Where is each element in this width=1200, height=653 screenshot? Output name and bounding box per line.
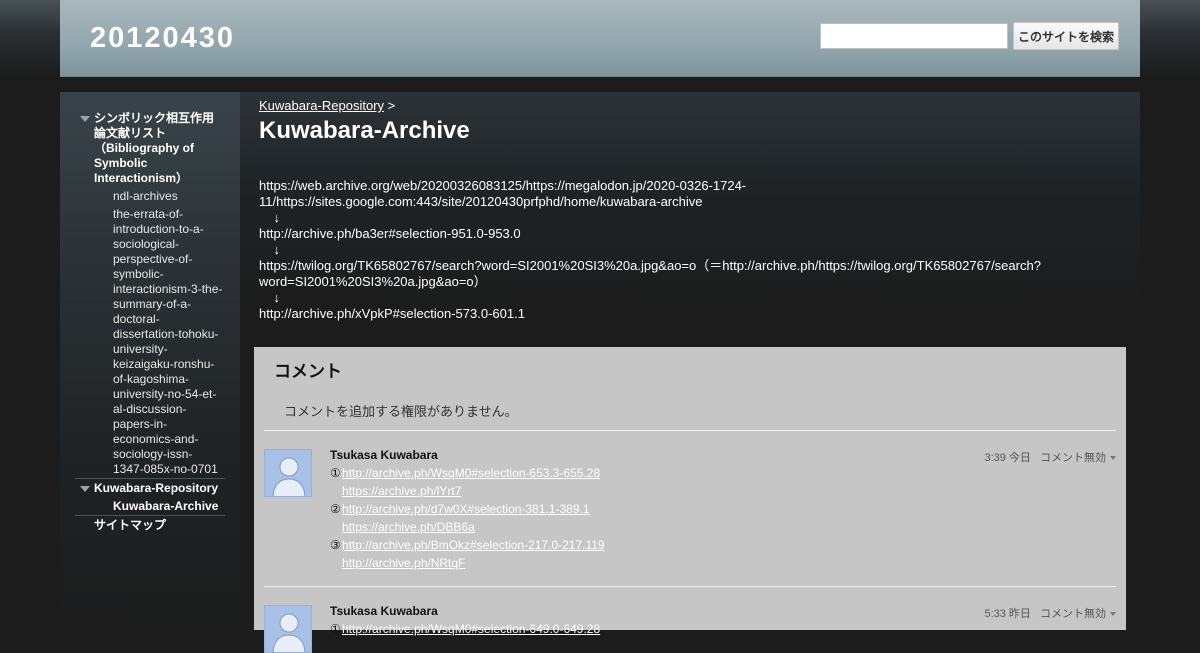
main-content: Kuwabara-Repository > Kuwabara-Archive h… [240, 92, 1140, 653]
body-line: 11/https://sites.google.com:443/site/201… [259, 194, 703, 209]
comment-author: Tsukasa Kuwabara [330, 604, 438, 618]
comment-meta: 5:33 昨日 コメント無効 [978, 605, 1116, 621]
avatar [264, 605, 312, 653]
sidebar-item-ndl-archives[interactable]: ndl-archives [113, 189, 178, 204]
avatar [264, 449, 312, 497]
search-input[interactable] [820, 23, 1008, 49]
comment-divider [264, 430, 1116, 431]
comment-link[interactable]: https://archive.ph/DBB6a [342, 520, 475, 534]
sidebar-item-errata[interactable]: the-errata-of- introduction-to-a- sociol… [113, 207, 238, 477]
comment-link[interactable]: http://archive.ph/BmOkz#selection-217.0-… [342, 538, 605, 552]
comment-disable-menu[interactable]: コメント無効 [1040, 452, 1106, 464]
dropdown-arrow-icon[interactable] [1110, 612, 1116, 617]
body-line: https://web.archive.org/web/202003260831… [259, 178, 747, 193]
comment-link[interactable]: https://archive.ph/lYrt7 [342, 484, 461, 498]
comment-body: ①http://archive.ph/WsqM0#selection-653.3… [330, 466, 605, 570]
comment-link[interactable]: http://archive.ph/d7w0X#selection-381.1-… [342, 502, 590, 516]
comment-disable-menu[interactable]: コメント無効 [1040, 608, 1106, 620]
comment-time: 3:39 今日 [984, 452, 1031, 464]
page-body: https://web.archive.org/web/202003260831… [259, 178, 1059, 322]
comment-body: ①http://archive.ph/WsqM0#selection-649.0… [330, 622, 601, 636]
expand-triangle-icon[interactable] [80, 116, 90, 122]
body-line: http://archive.ph/ba3er#selection-951.0-… [259, 226, 521, 241]
comment-time: 5:33 昨日 [984, 608, 1031, 620]
comment-divider [264, 586, 1116, 587]
breadcrumb: Kuwabara-Repository > [259, 98, 395, 113]
sidebar-nav: シンボリック相互作用 論文献リスト （Bibliography of Symbo… [60, 92, 240, 630]
comments-title: コメント [274, 362, 342, 381]
sidebar-divider [75, 478, 225, 479]
body-line: http://archive.ph/xVpkP#selection-573.0-… [259, 306, 525, 321]
comment-meta: 3:39 今日 コメント無効 [978, 449, 1116, 465]
dropdown-arrow-icon[interactable] [1110, 456, 1116, 461]
site-title[interactable]: 20120430 [90, 22, 235, 55]
page-title: Kuwabara-Archive [259, 117, 470, 144]
comment-link[interactable]: http://archive.ph/WsqM0#selection-653.3-… [342, 466, 600, 480]
search-button[interactable]: このサイトを検索 [1013, 22, 1119, 50]
sidebar-item-kuwabara-archive[interactable]: Kuwabara-Archive [113, 499, 218, 514]
sidebar-item-bibliography[interactable]: シンボリック相互作用 論文献リスト （Bibliography of Symbo… [94, 111, 234, 186]
comments-panel: コメント コメントを追加する権限がありません。 Tsukasa Kuwabara… [254, 347, 1126, 653]
body-line: ↓ [259, 290, 280, 305]
expand-triangle-icon[interactable] [80, 486, 90, 492]
body-line: word=SI2001%20SI3%20a.jpg&ao=o） [259, 274, 487, 289]
no-permission-message: コメントを追加する権限がありません。 [284, 404, 518, 419]
comment-link[interactable]: http://archive.ph/WsqM0#selection-649.0-… [342, 622, 600, 636]
body-line: https://twilog.org/TK65802767/search?wor… [259, 258, 1041, 273]
breadcrumb-link-repository[interactable]: Kuwabara-Repository [259, 98, 384, 113]
default-user-icon [272, 457, 306, 496]
sidebar-item-sitemap[interactable]: サイトマップ [94, 518, 166, 533]
site-header: 20120430 このサイトを検索 [60, 0, 1140, 77]
sidebar-item-kuwabara-repository[interactable]: Kuwabara-Repository [94, 481, 218, 496]
sidebar-divider [75, 515, 225, 516]
comment-author: Tsukasa Kuwabara [330, 448, 438, 462]
body-line: ↓ [259, 210, 280, 225]
body-line: ↓ [259, 242, 280, 257]
comment-link[interactable]: http://archive.ph/NRtqF [342, 556, 465, 570]
breadcrumb-separator: > [387, 98, 396, 113]
